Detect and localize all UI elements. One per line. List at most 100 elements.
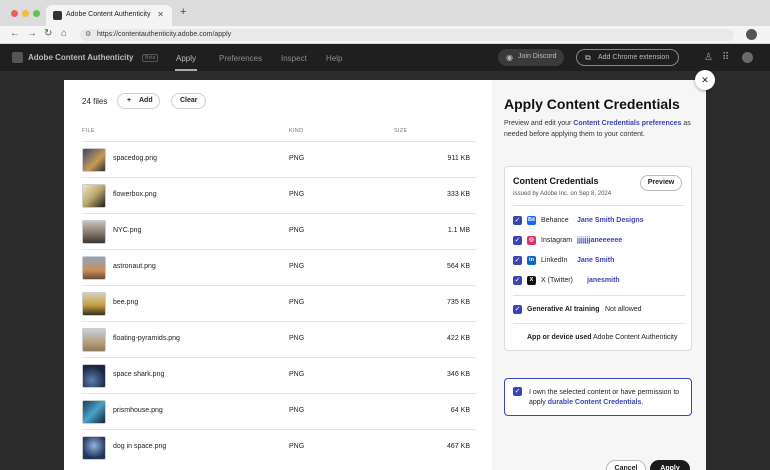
nav-inspect[interactable]: Inspect: [281, 54, 307, 63]
new-tab-button[interactable]: +: [180, 6, 186, 18]
table-row[interactable]: spacedog.png PNG 911 KB: [82, 141, 476, 177]
file-kind: PNG: [289, 191, 305, 198]
x-twitter-icon: X: [527, 276, 536, 285]
nav-apply[interactable]: Apply: [176, 54, 196, 63]
apply-credentials-modal: 24 files + Add Clear FILE KIND SIZE spac…: [64, 80, 706, 470]
file-size: 346 KB: [447, 371, 470, 378]
file-size: 735 KB: [447, 299, 470, 306]
tab-close-icon[interactable]: ✕: [157, 10, 164, 19]
checkbox[interactable]: ✓: [513, 216, 522, 225]
checkbox[interactable]: ✓: [513, 236, 522, 245]
ownership-text: I own the selected content or have permi…: [529, 389, 680, 406]
file-name: space shark.png: [113, 371, 165, 378]
browser-profile-icon[interactable]: [746, 29, 757, 40]
social-account-link[interactable]: Jane Smith: [577, 257, 614, 264]
social-account-link[interactable]: Jane Smith Designs: [577, 217, 644, 224]
file-thumbnail: [82, 220, 106, 244]
behance-icon: Bē: [527, 216, 536, 225]
nav-preferences[interactable]: Preferences: [219, 54, 262, 63]
ownership-confirmation[interactable]: ✓ I own the selected content or have per…: [504, 378, 692, 416]
column-header-kind: KIND: [289, 128, 304, 134]
reload-icon[interactable]: ↻: [44, 28, 52, 39]
url-text: https://contentauthenticity.adobe.com/ap…: [97, 31, 232, 38]
external-link-icon: ⧉: [585, 53, 591, 62]
device-row: App or device used Adobe Content Authent…: [513, 331, 685, 345]
minimize-window-button[interactable]: [22, 10, 29, 17]
social-row-linkedin: ✓ in LinkedIn Jane Smith: [513, 256, 615, 265]
app-name: Adobe Content Authenticity: [28, 53, 134, 62]
card-issuer: Issued by Adobe Inc. on Sep 8, 2024: [513, 191, 612, 197]
ai-training-row: ✓ Generative AI training Not allowed: [513, 303, 685, 317]
adobe-logo-icon: [12, 52, 23, 63]
file-kind: PNG: [289, 263, 305, 270]
social-account-link[interactable]: janesmith: [587, 277, 620, 284]
tab-title: Adobe Content Authenticity: [66, 11, 151, 18]
file-kind: PNG: [289, 371, 305, 378]
file-name: flowerbox.png: [113, 191, 157, 198]
device-value: Adobe Content Authenticity: [593, 334, 678, 341]
preferences-link[interactable]: Content Credentials preferences: [573, 120, 681, 127]
file-size: 422 KB: [447, 335, 470, 342]
home-icon[interactable]: ⌂: [61, 28, 67, 39]
apps-grid-icon[interactable]: ⠿: [722, 52, 729, 63]
add-chrome-extension-button[interactable]: ⧉ Add Chrome extension: [576, 49, 679, 66]
join-discord-button[interactable]: ◉ Join Discord: [498, 49, 564, 66]
social-row-twitter: ✓ X X (Twitter) janesmith: [513, 276, 620, 285]
file-name: floating-pyramids.png: [113, 335, 180, 342]
avatar[interactable]: [742, 52, 753, 63]
preview-button[interactable]: Preview: [640, 175, 682, 191]
forward-icon[interactable]: →: [27, 28, 37, 39]
close-icon[interactable]: ✕: [695, 70, 715, 90]
table-row[interactable]: dog in space.png PNG 467 KB: [82, 429, 476, 465]
checkbox[interactable]: ✓: [513, 305, 522, 314]
clear-files-button[interactable]: Clear: [171, 93, 206, 109]
checkbox[interactable]: ✓: [513, 276, 522, 285]
maximize-window-button[interactable]: [33, 10, 40, 17]
table-row[interactable]: floating-pyramids.png PNG 422 KB: [82, 321, 476, 357]
file-kind: PNG: [289, 443, 305, 450]
file-size: 64 KB: [450, 407, 470, 414]
file-size: 1.1 MB: [447, 227, 470, 234]
file-thumbnail: [82, 292, 106, 316]
file-size: 333 KB: [447, 191, 470, 198]
discord-icon: ◉: [506, 53, 513, 62]
plus-icon: +: [127, 97, 132, 104]
add-files-button[interactable]: + Add: [117, 93, 160, 109]
table-row[interactable]: NYC.png PNG 1.1 MB: [82, 213, 476, 249]
file-name: dog in space.png: [113, 443, 167, 450]
social-account-link[interactable]: jjjjjjjaneeeeee: [577, 237, 622, 244]
panel-title: Apply Content Credentials: [504, 96, 680, 112]
nav-help[interactable]: Help: [326, 54, 342, 63]
column-header-size: SIZE: [394, 128, 408, 134]
close-window-button[interactable]: [11, 10, 18, 17]
file-thumbnail: [82, 184, 106, 208]
browser-tab[interactable]: Adobe Content Authenticity ✕: [46, 5, 172, 26]
file-size: 564 KB: [447, 263, 470, 270]
table-row[interactable]: flowerbox.png PNG 333 KB: [82, 177, 476, 213]
file-thumbnail: [82, 400, 106, 424]
panel-description: Preview and edit your Content Credential…: [504, 120, 691, 138]
file-thumbnail: [82, 364, 106, 388]
table-row[interactable]: space shark.png PNG 346 KB: [82, 357, 476, 393]
card-title: Content Credentials: [513, 176, 599, 186]
table-row[interactable]: prismhouse.png PNG 64 KB: [82, 393, 476, 429]
file-count: 24 files: [82, 97, 108, 106]
file-name: astronaut.png: [113, 263, 156, 270]
checkbox[interactable]: ✓: [513, 256, 522, 265]
site-settings-icon[interactable]: ⚙: [85, 30, 91, 38]
url-field[interactable]: ⚙ https://contentauthenticity.adobe.com/…: [80, 29, 734, 41]
cancel-button[interactable]: Cancel: [606, 460, 646, 470]
file-kind: PNG: [289, 155, 305, 162]
durable-credentials-link[interactable]: durable Content Credentials: [548, 399, 642, 406]
file-size: 911 KB: [447, 155, 470, 162]
table-row[interactable]: bee.png PNG 735 KB: [82, 285, 476, 321]
back-icon[interactable]: ←: [10, 28, 20, 39]
social-row-instagram: ✓ ◎ Instagram jjjjjjjaneeeeee: [513, 236, 623, 245]
account-icon[interactable]: ♙: [704, 52, 713, 63]
table-row[interactable]: astronaut.png PNG 564 KB: [82, 249, 476, 285]
file-kind: PNG: [289, 335, 305, 342]
linkedin-icon: in: [527, 256, 536, 265]
beta-badge: Beta: [142, 54, 159, 62]
apply-button[interactable]: Apply: [650, 460, 690, 470]
ownership-checkbox[interactable]: ✓: [513, 387, 522, 396]
